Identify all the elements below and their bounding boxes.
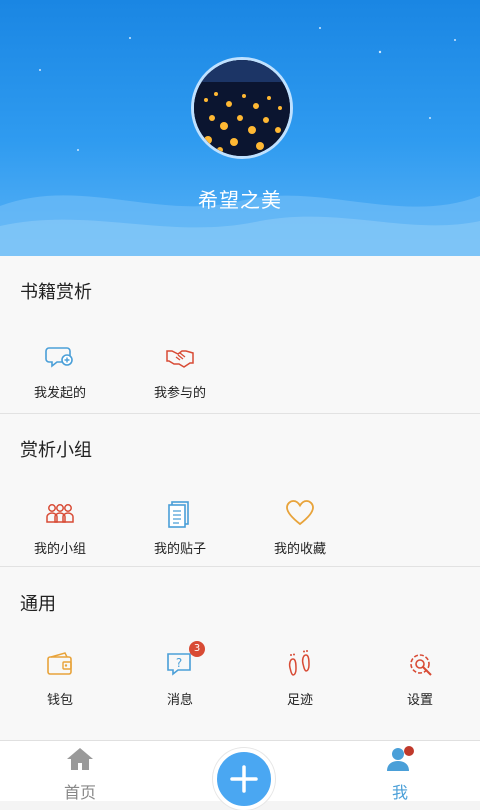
item-settings[interactable]: 设置 [360, 649, 480, 708]
tab-home[interactable]: 首页 [40, 741, 120, 803]
profile-header: 希望之美 [0, 0, 480, 256]
item-label: 我的贴子 [153, 542, 206, 557]
chat-add-icon [45, 342, 75, 372]
document-icon [165, 498, 195, 528]
item-my-favorites[interactable]: 我的收藏 [240, 498, 360, 557]
avatar[interactable] [191, 57, 293, 159]
section-general: 通用 钱包 ? 3 消息 足迹 设置 [0, 567, 480, 740]
item-label: 我发起的 [33, 386, 86, 401]
item-participated[interactable]: 我参与的 [120, 342, 240, 401]
tab-me-label: 我 [391, 783, 408, 802]
item-my-group[interactable]: 我的小组 [0, 498, 120, 557]
tab-me[interactable]: 我 [360, 741, 440, 803]
settings-icon [405, 649, 435, 679]
heart-icon [285, 498, 315, 528]
handshake-icon [165, 342, 195, 372]
item-label: 我的收藏 [273, 542, 326, 557]
item-initiated[interactable]: 我发起的 [0, 342, 120, 401]
item-my-posts[interactable]: 我的贴子 [120, 498, 240, 557]
item-wallet[interactable]: 钱包 [0, 649, 120, 708]
group-icon [45, 498, 75, 528]
message-icon: ? 3 [165, 641, 205, 679]
section-title: 赏析小组 [20, 440, 92, 461]
add-button[interactable] [213, 748, 275, 810]
item-label: 消息 [166, 693, 193, 708]
section-appreciation-group: 赏析小组 我的小组 我的贴子 我的收藏 [0, 414, 480, 566]
item-label: 足迹 [286, 693, 313, 708]
message-count-badge: 3 [189, 641, 205, 657]
item-label: 我的小组 [33, 542, 86, 557]
add-icon [230, 765, 258, 793]
section-book-appreciation: 书籍赏析 我发起的 我参与的 [0, 256, 480, 413]
item-label: 我参与的 [153, 386, 206, 401]
home-icon [67, 748, 93, 770]
footprint-icon [285, 649, 315, 679]
section-title: 书籍赏析 [20, 282, 92, 303]
username: 希望之美 [198, 188, 282, 212]
wallet-icon [45, 649, 75, 679]
item-label: 钱包 [46, 693, 73, 708]
item-footprints[interactable]: 足迹 [240, 649, 360, 708]
item-label: 设置 [406, 693, 433, 708]
svg-text:?: ? [176, 656, 182, 670]
section-title: 通用 [20, 594, 56, 615]
user-icon [387, 746, 414, 771]
tab-home-label: 首页 [63, 783, 96, 802]
item-messages[interactable]: ? 3 消息 [120, 641, 240, 708]
